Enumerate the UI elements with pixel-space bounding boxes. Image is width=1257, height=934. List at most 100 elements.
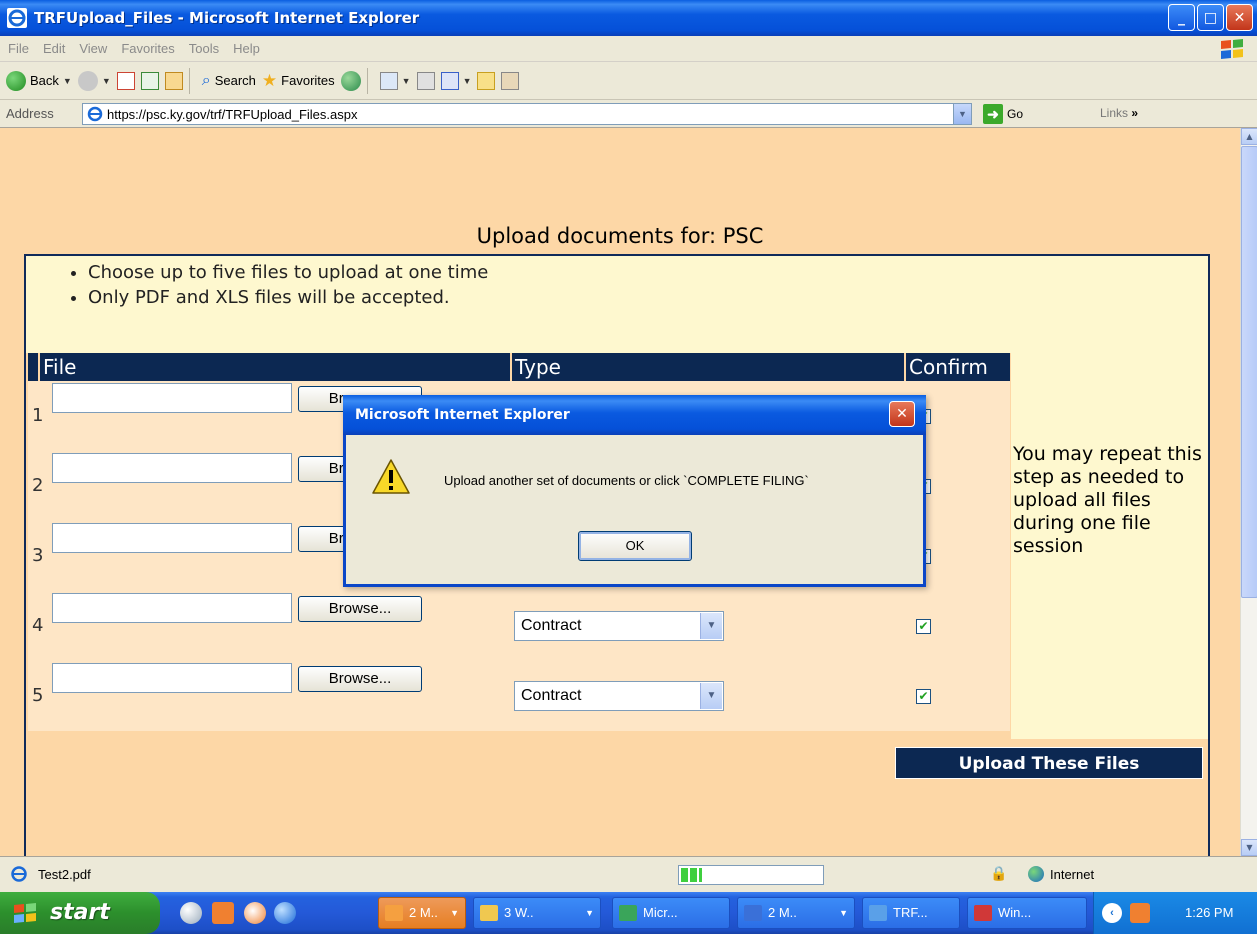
- back-button[interactable]: Back ▼: [6, 70, 72, 91]
- toolbar: Back ▼ ▼ ⌕ Search ★ Favorites ▼ ▼: [0, 62, 1257, 100]
- scroll-up-icon[interactable]: ▲: [1241, 128, 1257, 145]
- browse-button[interactable]: Browse...: [298, 596, 422, 622]
- taskbar-button-label: 3 W..: [504, 905, 534, 920]
- links-label: Links: [1100, 106, 1129, 120]
- window-titlebar[interactable]: TRFUpload_Files - Microsoft Internet Exp…: [0, 0, 1257, 36]
- window-title: TRFUpload_Files - Microsoft Internet Exp…: [34, 9, 420, 27]
- print-icon: [416, 71, 435, 90]
- research-button[interactable]: [501, 71, 520, 90]
- menu-help[interactable]: Help: [233, 41, 260, 56]
- chevron-down-icon: ▼: [700, 613, 722, 639]
- stop-button[interactable]: [116, 71, 135, 90]
- row-number: 3: [32, 545, 44, 566]
- browse-button[interactable]: Browse...: [298, 666, 422, 692]
- address-dropdown-icon[interactable]: ▼: [953, 104, 971, 124]
- file-path-input[interactable]: [52, 383, 292, 413]
- column-header-type: Type: [512, 353, 904, 381]
- research-icon: [501, 71, 520, 90]
- start-label: start: [50, 900, 110, 925]
- ie-page-icon: [11, 866, 27, 882]
- quicklaunch-ie-icon[interactable]: [274, 902, 296, 924]
- menu-file[interactable]: File: [8, 41, 29, 56]
- start-button[interactable]: start: [0, 892, 160, 934]
- menu-tools[interactable]: Tools: [189, 41, 219, 56]
- quicklaunch-settings-icon[interactable]: [180, 902, 202, 924]
- media-button[interactable]: [340, 70, 361, 91]
- side-note: You may repeat this step as needed to up…: [1011, 353, 1208, 739]
- lock-icon: 🔒: [990, 865, 1008, 881]
- confirm-checkbox[interactable]: ✔: [916, 619, 931, 634]
- security-zone: Internet: [1050, 867, 1095, 882]
- go-button[interactable]: ➜ Go: [983, 104, 1023, 124]
- confirm-checkbox[interactable]: ✔: [916, 689, 931, 704]
- minimize-button[interactable]: _: [1168, 4, 1195, 31]
- refresh-button[interactable]: [140, 71, 159, 90]
- quicklaunch-media-icon[interactable]: [244, 902, 266, 924]
- taskbar-button[interactable]: Win...: [967, 897, 1087, 929]
- menu-edit[interactable]: Edit: [43, 41, 65, 56]
- favorites-button[interactable]: ★ Favorites: [262, 71, 335, 91]
- vertical-scrollbar[interactable]: ▲ ▼: [1240, 128, 1257, 856]
- taskbar-button[interactable]: Micr...: [612, 897, 730, 929]
- chevron-down-icon: ▼: [62, 75, 72, 86]
- table-row: 5 Browse... Contract ▼ ✔: [28, 661, 1010, 731]
- mail-icon: [379, 71, 398, 90]
- menu-favorites[interactable]: Favorites: [121, 41, 174, 56]
- taskbar-app-icon: [869, 905, 887, 921]
- dialog-close-button[interactable]: ✕: [889, 401, 915, 427]
- progress-fill: [681, 868, 702, 882]
- forward-button[interactable]: ▼: [77, 70, 111, 91]
- taskbar-button[interactable]: 2 M.. ▼: [737, 897, 855, 929]
- scroll-down-icon[interactable]: ▼: [1241, 839, 1257, 856]
- folder-icon: [477, 71, 496, 90]
- address-input[interactable]: https://psc.ky.gov/trf/TRFUpload_Files.a…: [82, 103, 972, 125]
- type-select[interactable]: Contract ▼: [514, 611, 724, 641]
- chevron-down-icon: ▼: [401, 75, 411, 86]
- file-path-input[interactable]: [52, 663, 292, 693]
- chevron-right-icon: »: [1131, 106, 1139, 120]
- type-select[interactable]: Contract ▼: [514, 681, 724, 711]
- upload-files-button[interactable]: Upload These Files: [895, 747, 1203, 779]
- side-note-text: You may repeat this step as needed to up…: [1013, 443, 1202, 557]
- back-arrow-icon: [6, 70, 26, 91]
- refresh-icon: [140, 71, 159, 90]
- taskbar-app-icon: [744, 905, 762, 921]
- instruction-item: Only PDF and XLS files will be accepted.: [88, 287, 488, 308]
- forward-arrow-icon: [77, 70, 98, 91]
- close-button[interactable]: ✕: [1226, 4, 1253, 31]
- discuss-button[interactable]: [477, 71, 496, 90]
- chevron-down-icon: ▼: [462, 75, 472, 86]
- links-button[interactable]: Links »: [1100, 106, 1138, 120]
- row-number: 5: [32, 685, 44, 706]
- media-icon: [340, 70, 361, 91]
- tray-expand-icon[interactable]: ‹: [1102, 903, 1122, 923]
- taskbar-app-icon: [385, 905, 403, 921]
- tray-app-icon[interactable]: [1130, 903, 1150, 923]
- maximize-button[interactable]: □: [1197, 4, 1224, 31]
- file-path-input[interactable]: [52, 523, 292, 553]
- file-path-input[interactable]: [52, 593, 292, 623]
- menu-view[interactable]: View: [79, 41, 107, 56]
- chevron-down-icon: ▼: [101, 75, 111, 86]
- print-button[interactable]: [416, 71, 435, 90]
- search-button[interactable]: ⌕ Search: [202, 72, 256, 90]
- dialog-title: Microsoft Internet Explorer: [343, 395, 926, 435]
- go-arrow-icon: ➜: [983, 104, 1003, 124]
- dialog-message: Upload another set of documents or click…: [444, 473, 809, 488]
- ok-button[interactable]: OK: [578, 531, 692, 561]
- taskbar-button[interactable]: 2 M.. ▼: [378, 897, 466, 929]
- mail-button[interactable]: ▼: [379, 71, 411, 90]
- taskbar-button-label: Win...: [998, 905, 1032, 920]
- instruction-item: Choose up to five files to upload at one…: [88, 262, 488, 283]
- status-bar: Test2.pdf 🔒 Internet: [0, 856, 1257, 892]
- home-button[interactable]: [164, 71, 183, 90]
- windows-logo-icon: [14, 903, 36, 923]
- quicklaunch-outlook-icon[interactable]: [212, 902, 234, 924]
- taskbar-button[interactable]: 3 W.. ▼: [473, 897, 601, 929]
- taskbar-app-icon: [619, 905, 637, 921]
- taskbar-button[interactable]: TRF...: [862, 897, 960, 929]
- file-path-input[interactable]: [52, 453, 292, 483]
- alert-dialog: Microsoft Internet Explorer ✕ Upload ano…: [343, 395, 926, 587]
- edit-word-button[interactable]: ▼: [440, 71, 472, 90]
- scroll-thumb[interactable]: [1241, 146, 1257, 598]
